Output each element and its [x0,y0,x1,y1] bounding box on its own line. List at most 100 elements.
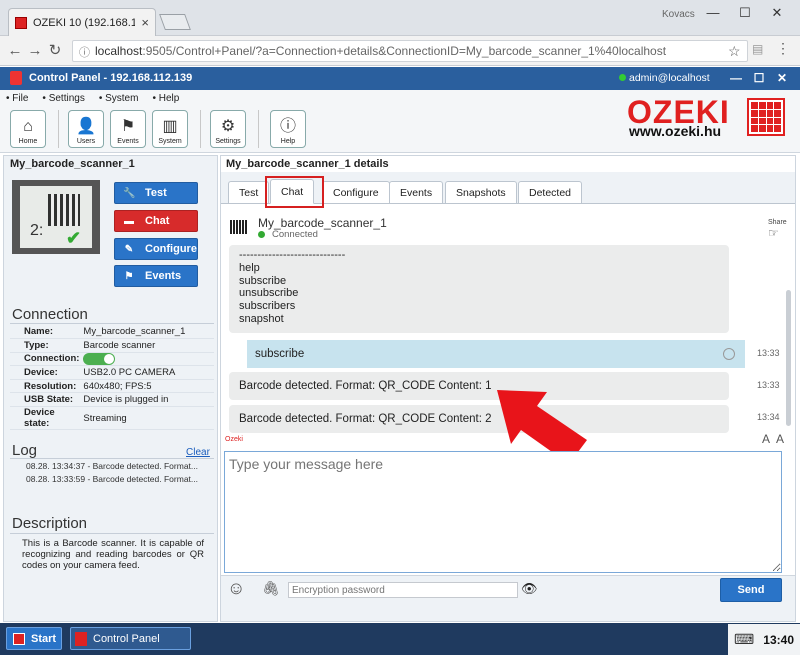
attachment-paperclip-icon[interactable]: 🖇 [262,580,280,597]
events-button[interactable]: ⚑ Events [110,110,146,148]
control-panel-icon [75,631,87,646]
events-side-button[interactable]: ⚑ Events [114,265,198,287]
table-row: Device state: Streaming [10,406,214,431]
table-row: Connection: [10,352,214,367]
help-button[interactable]: ⓘ Help [270,110,306,148]
font-size-controls[interactable]: A A [762,432,786,446]
connected-status-icon [258,231,265,238]
connection-details-table: Name: My_barcode_scanner_1 Type: Barcode s… [10,325,214,431]
minimize-window-button[interactable]: — [698,4,728,22]
barcode-icon [230,220,248,234]
connection-toggle[interactable] [83,352,116,365]
ozeki-website: www.ozeki.hu [629,123,722,139]
close-tab-icon[interactable]: × [141,15,149,30]
tab-snapshots[interactable]: Snapshots [445,181,517,203]
ozeki-keypad-logo-icon [747,98,785,136]
menu-system[interactable]: • System [99,93,139,104]
log-section-title: Log [12,442,38,459]
toolbar-divider [258,110,259,148]
chat-scrollbar[interactable] [785,250,793,430]
log-clear-link[interactable]: Clear [186,447,210,458]
system-tray: ⌨ 13:40 [728,624,800,655]
camera-preview: 2: ✔ [12,180,100,254]
table-row: Device: USB2.0 PC CAMERA [10,365,214,380]
home-button[interactable]: ⌂ Home [10,110,46,148]
wrench-icon: 🔧 [123,187,136,199]
qr-code-icon [48,194,80,226]
menu-file[interactable]: • File [6,93,28,104]
message-line: unsubscribe [239,287,299,300]
reload-icon[interactable]: ↻ [46,42,64,60]
received-message: Barcode detected. Format: QR_CODE Conten… [229,372,729,400]
browser-menu-icon[interactable]: ⋮ [776,40,790,57]
toolbar-divider [200,110,201,148]
message-line: help [239,261,260,274]
divider [10,458,214,459]
tab-detected[interactable]: Detected [518,181,583,203]
back-arrow-icon[interactable]: ← [6,42,24,60]
keyboard-icon[interactable]: ⌨ [734,631,754,648]
system-button[interactable]: ▥ System [152,110,188,148]
test-button[interactable]: 🔧 Test [114,182,198,204]
contact-name: My_barcode_scanner_1 [258,216,387,230]
close-window-button[interactable]: ✕ [762,4,792,22]
encryption-password-input[interactable] [288,582,518,598]
home-icon: ⌂ [23,118,33,135]
message-time: 13:33 [757,380,780,390]
configure-button[interactable]: ✎ Configure [114,238,198,260]
extension-icon[interactable]: ▤ [752,42,763,56]
message-line: subscribers [239,300,296,313]
admin-user-link[interactable]: admin@localhost [629,72,710,84]
device-name: My_barcode_scanner_1 [10,158,135,170]
configure-wrench-icon: ✎ [124,243,134,255]
online-status-icon [619,74,626,81]
settings-button[interactable]: ⚙ Settings [210,110,246,148]
menu-help[interactable]: • Help [152,93,179,104]
message-status-icon [723,348,735,360]
tab-events[interactable]: Events [389,181,444,203]
table-row: Type: Barcode scanner [10,338,214,353]
send-button[interactable]: Send [720,578,782,602]
table-row: Resolution: 640x480; FPS:5 [10,379,214,394]
menu-settings[interactable]: • Settings [42,93,84,104]
message-line: snapshot [239,312,284,325]
browser-profile-name: Kovacs [662,9,695,20]
details-title: My_barcode_scanner_1 details [226,158,389,170]
table-row: USB State: Device is plugged in [10,392,214,408]
log-list: 08.28. 13:34:37 - Barcode detected. Form… [12,460,212,494]
share-label[interactable]: Share [768,219,787,226]
message-time: 13:34 [757,412,780,422]
description-section-title: Description [12,515,88,532]
url-host: localhost [95,44,143,58]
app-minimize-button[interactable]: — [728,70,744,86]
system-bars-icon: ▥ [162,118,178,135]
emoji-icon[interactable]: ☺ [227,578,245,599]
app-close-button[interactable]: ✕ [774,70,790,86]
message-input[interactable] [224,451,782,573]
ozeki-app-icon [10,71,22,85]
log-entry: 08.28. 13:34:37 - Barcode detected. Form… [26,461,198,471]
chat-button[interactable]: ▬ Chat [114,210,198,232]
flag-icon: ⚑ [124,270,134,282]
chat-icon: ▬ [124,215,134,227]
tab-test[interactable]: Test [228,181,270,203]
ozeki-start-icon [13,632,25,645]
bookmark-star-icon[interactable]: ☆ [728,43,741,60]
control-panel-task[interactable]: Control Panel [70,627,191,650]
tab-configure[interactable]: Configure [322,181,390,203]
maximize-window-button[interactable]: ☐ [730,4,760,22]
app-maximize-button[interactable]: ☐ [751,70,767,86]
command-list-message: ----------------------------- help subsc… [229,245,729,333]
ozeki-favicon-icon [15,16,27,29]
browser-tab[interactable]: OZEKI 10 (192.168.112.13 × [8,8,156,36]
show-password-eye-icon[interactable]: 👁 [521,581,538,597]
divider [10,323,214,324]
new-tab-button[interactable] [159,14,191,30]
users-button[interactable]: 👤 Users [68,110,104,148]
info-icon: ⓘ [279,118,296,135]
start-button[interactable]: Start [6,627,62,650]
share-hand-icon[interactable]: ☞ [768,226,779,240]
forward-arrow-icon[interactable]: → [26,42,44,60]
message-text: subscribe [255,348,305,360]
url-input[interactable]: ⓘ localhost:9505/Control+Panel/?a=Connec… [72,40,748,62]
